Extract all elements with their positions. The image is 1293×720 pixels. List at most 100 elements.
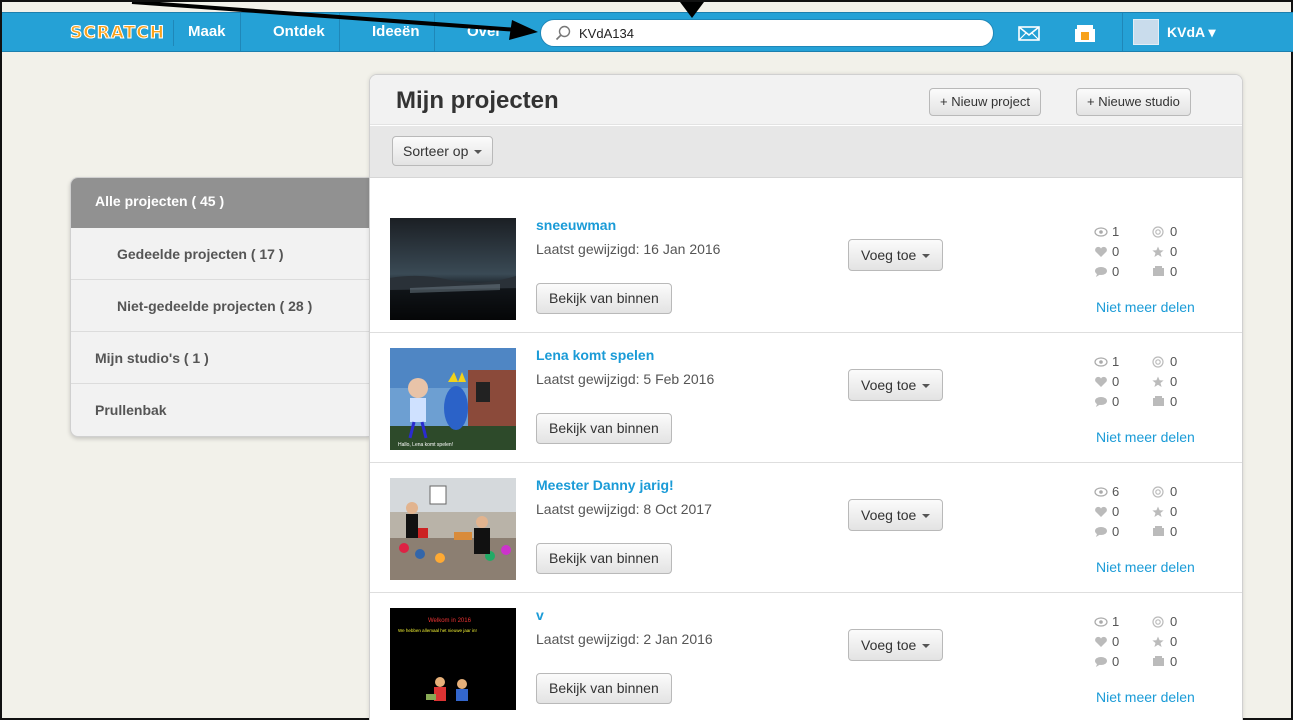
studio-icon: [1153, 396, 1164, 406]
search-input[interactable]: [579, 22, 979, 44]
nav-ideeen[interactable]: Ideeën: [358, 13, 435, 51]
remix-icon: [1152, 226, 1164, 238]
chevron-down-icon: [474, 150, 483, 155]
chevron-down-icon: [922, 384, 931, 389]
project-filter-sidebar: Alle projecten ( 45 ) Gedeelde projecten…: [70, 177, 370, 437]
see-inside-button[interactable]: Bekijk van binnen: [536, 283, 672, 314]
see-inside-button[interactable]: Bekijk van binnen: [536, 673, 672, 704]
see-inside-button[interactable]: Bekijk van binnen: [536, 413, 672, 444]
project-title[interactable]: v: [536, 607, 544, 623]
eye-icon: [1094, 617, 1108, 627]
remix-icon: [1152, 356, 1164, 368]
chevron-down-icon: [922, 644, 931, 649]
svg-text:Welkom in 2016: Welkom in 2016: [428, 618, 472, 624]
sidebar-item-trash[interactable]: Prullenbak: [71, 384, 369, 436]
add-to-studio-button[interactable]: Voeg toe: [848, 239, 944, 271]
favorites-stat: 0: [1152, 633, 1202, 651]
sidebar-item-unshared-projects[interactable]: Niet-gedeelde projecten ( 28 ): [71, 280, 369, 332]
star-icon: [1152, 376, 1164, 387]
favorites-stat: 0: [1152, 503, 1202, 521]
remixes-stat: 0: [1152, 223, 1202, 241]
envelope-icon[interactable]: [1018, 22, 1040, 44]
eye-icon: [1094, 227, 1108, 237]
new-studio-button[interactable]: + Nieuwe studio: [1076, 88, 1191, 116]
top-navigation-bar: SCRATCH Maak Ontdek Ideeën Over KVdA ▾: [2, 12, 1293, 52]
comments-stat: 0: [1094, 263, 1144, 281]
new-project-button[interactable]: + Nieuw project: [929, 88, 1041, 116]
username[interactable]: KVdA ▾: [1167, 13, 1216, 51]
studios-stat: 0: [1152, 653, 1202, 671]
project-row: Welkom in 2016 We hebben allemaal het ni…: [370, 593, 1242, 720]
chevron-down-icon: [922, 514, 931, 519]
project-title[interactable]: Lena komt spelen: [536, 347, 654, 363]
studio-icon: [1153, 266, 1164, 276]
comment-icon: [1095, 267, 1107, 277]
folder-icon[interactable]: [1074, 22, 1096, 44]
views-stat: 1: [1094, 613, 1144, 631]
sort-dropdown[interactable]: Sorteer op: [392, 136, 494, 166]
studio-icon: [1153, 526, 1164, 536]
comments-stat: 0: [1094, 523, 1144, 541]
comments-stat: 0: [1094, 393, 1144, 411]
see-inside-button[interactable]: Bekijk van binnen: [536, 543, 672, 574]
project-modified-date: Laatst gewijzigd: 2 Jan 2016: [536, 631, 713, 647]
project-modified-date: Laatst gewijzigd: 8 Oct 2017: [536, 501, 712, 517]
panel-header: Mijn projecten + Nieuw project + Nieuwe …: [370, 75, 1242, 125]
views-stat: 1: [1094, 353, 1144, 371]
user-menu[interactable]: KVdA ▾: [1122, 13, 1238, 51]
project-thumbnail[interactable]: Welkom in 2016 We hebben allemaal het ni…: [390, 608, 516, 710]
studios-stat: 0: [1152, 523, 1202, 541]
sidebar-item-my-studios[interactable]: Mijn studio's ( 1 ): [71, 332, 369, 384]
svg-text:Hallo, Lena komt spelen!: Hallo, Lena komt spelen!: [398, 442, 453, 448]
studios-stat: 0: [1152, 393, 1202, 411]
loves-stat: 0: [1094, 503, 1144, 521]
nav-over[interactable]: Over: [453, 13, 515, 51]
project-title[interactable]: sneeuwman: [536, 217, 616, 233]
project-thumbnail[interactable]: [390, 218, 516, 320]
project-modified-date: Laatst gewijzigd: 16 Jan 2016: [536, 241, 721, 257]
star-icon: [1152, 246, 1164, 257]
project-row: sneeuwman Laatst gewijzigd: 16 Jan 2016 …: [370, 203, 1242, 333]
favorites-stat: 0: [1152, 373, 1202, 391]
nav-ontdek[interactable]: Ontdek: [259, 13, 340, 51]
projects-panel: Mijn projecten + Nieuw project + Nieuwe …: [369, 74, 1243, 720]
project-thumbnail[interactable]: [390, 478, 516, 580]
project-title[interactable]: Meester Danny jarig!: [536, 477, 674, 493]
unshare-link[interactable]: Niet meer delen: [1096, 429, 1195, 445]
remixes-stat: 0: [1152, 483, 1202, 501]
comment-icon: [1095, 397, 1107, 407]
sidebar-item-all-projects[interactable]: Alle projecten ( 45 ): [71, 178, 369, 228]
scratch-logo[interactable]: SCRATCH: [70, 20, 174, 46]
search-box[interactable]: [540, 19, 994, 47]
remixes-stat: 0: [1152, 353, 1202, 371]
nav-maak[interactable]: Maak: [174, 13, 241, 51]
project-thumbnail[interactable]: Hallo, Lena komt spelen!: [390, 348, 516, 450]
heart-icon: [1095, 246, 1107, 257]
heart-icon: [1095, 376, 1107, 387]
remix-icon: [1152, 486, 1164, 498]
comment-icon: [1095, 657, 1107, 667]
studios-stat: 0: [1152, 263, 1202, 281]
remix-icon: [1152, 616, 1164, 628]
views-stat: 1: [1094, 223, 1144, 241]
remixes-stat: 0: [1152, 613, 1202, 631]
add-to-studio-button[interactable]: Voeg toe: [848, 629, 944, 661]
comment-icon: [1095, 527, 1107, 537]
loves-stat: 0: [1094, 633, 1144, 651]
loves-stat: 0: [1094, 373, 1144, 391]
add-to-studio-button[interactable]: Voeg toe: [848, 499, 944, 531]
heart-icon: [1095, 636, 1107, 647]
project-modified-date: Laatst gewijzigd: 5 Feb 2016: [536, 371, 715, 387]
avatar: [1133, 19, 1159, 45]
add-to-studio-button[interactable]: Voeg toe: [848, 369, 944, 401]
unshare-link[interactable]: Niet meer delen: [1096, 559, 1195, 575]
sidebar-item-shared-projects[interactable]: Gedeelde projecten ( 17 ): [71, 228, 369, 280]
comments-stat: 0: [1094, 653, 1144, 671]
project-row: Hallo, Lena komt spelen! Lena komt spele…: [370, 333, 1242, 463]
eye-icon: [1094, 487, 1108, 497]
unshare-link[interactable]: Niet meer delen: [1096, 299, 1195, 315]
search-icon: [555, 25, 571, 41]
sort-bar: Sorteer op: [370, 126, 1242, 178]
chevron-down-icon: [922, 254, 931, 259]
unshare-link[interactable]: Niet meer delen: [1096, 689, 1195, 705]
